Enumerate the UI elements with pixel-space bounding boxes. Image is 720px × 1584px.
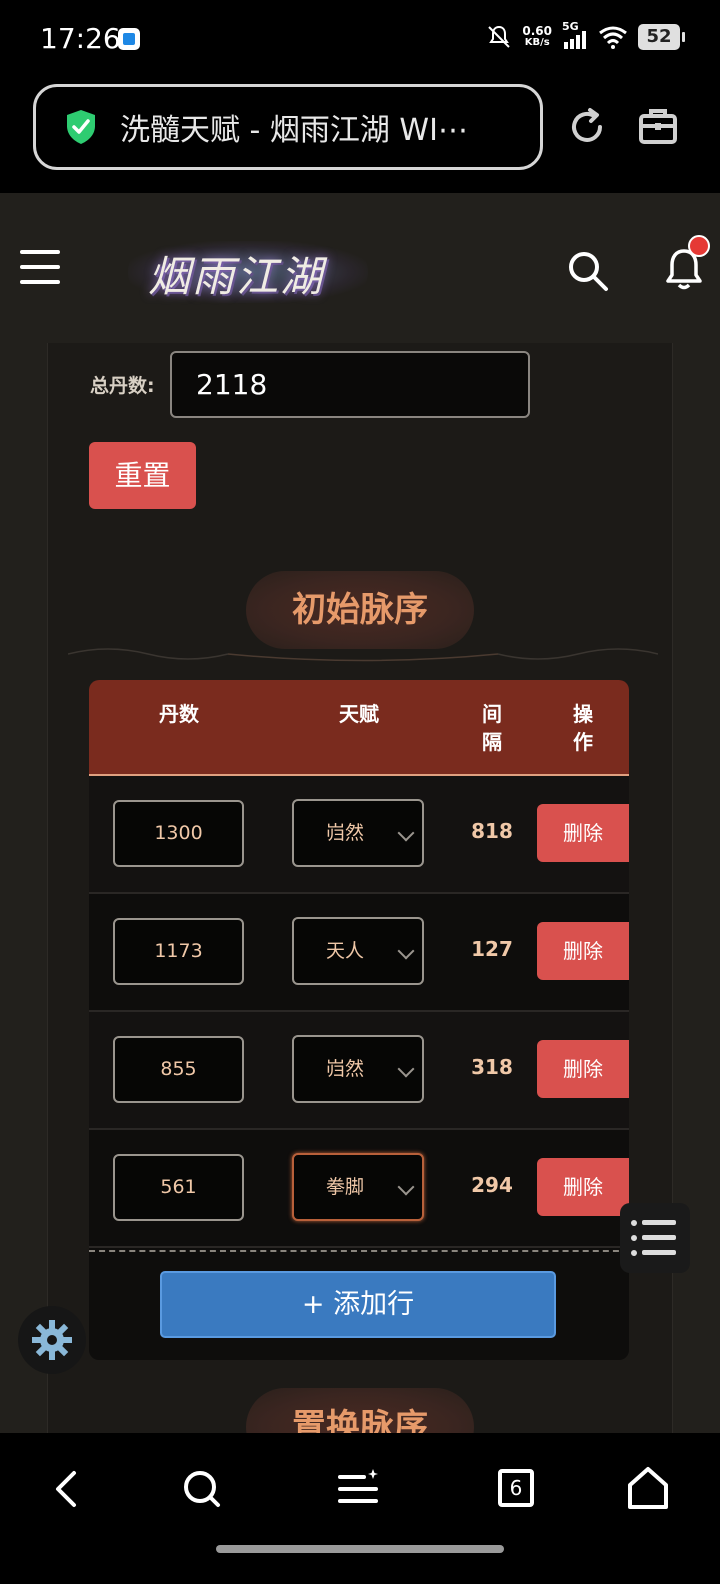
mute-bell-icon <box>488 25 511 48</box>
browser-bottom-nav: 6 <box>0 1433 720 1584</box>
chevron-down-icon <box>397 1060 415 1078</box>
site-header: 烟雨江湖 <box>0 193 720 343</box>
signal-icon: 5G <box>562 20 588 50</box>
header-talent: 天赋 <box>339 702 379 726</box>
list-icon <box>631 1220 676 1256</box>
site-logo[interactable]: 烟雨江湖 <box>128 233 368 308</box>
gap-value: 818 <box>471 819 513 843</box>
net-speed-unit: KB/s <box>524 37 550 48</box>
table-header: 丹数 天赋 间 隔 操 作 <box>89 680 629 776</box>
dan-input[interactable]: 561 <box>113 1154 244 1221</box>
gesture-home-indicator[interactable] <box>216 1545 504 1553</box>
header-dan: 丹数 <box>159 702 199 726</box>
pulse-table: 丹数 天赋 间 隔 操 作 1300 岿然 818 删除 1173 天人 127… <box>89 680 629 1360</box>
talent-value: 岿然 <box>326 1058 365 1080</box>
back-icon[interactable] <box>42 1463 94 1515</box>
talent-value: 天人 <box>326 940 365 962</box>
talent-value: 岿然 <box>326 822 365 844</box>
tabs-icon: 6 <box>498 1469 534 1507</box>
table-row: 855 岿然 318 删除 <box>89 1012 629 1130</box>
wifi-icon <box>599 26 627 49</box>
talent-value: 拳脚 <box>326 1176 365 1198</box>
section-title-swap: 置换脉序 <box>246 1388 474 1433</box>
hamburger-menu-icon[interactable] <box>20 250 60 286</box>
status-time: 17:26 <box>40 22 121 55</box>
toolbox-icon[interactable] <box>638 106 678 146</box>
web-page: 烟雨江湖 总丹数: 2118 重置 初始脉序 丹数 天赋 间 隔 操 作 130… <box>0 193 720 1433</box>
notification-badge <box>688 235 710 257</box>
search-icon[interactable] <box>566 249 610 293</box>
decorative-wave <box>68 648 658 662</box>
chevron-down-icon <box>397 942 415 960</box>
table-row: 561 拳脚 294 删除 <box>89 1130 629 1248</box>
net-speed: 0.60 KB/s <box>522 25 552 49</box>
home-icon[interactable] <box>622 1463 674 1515</box>
divider <box>89 1250 629 1252</box>
total-dan-input[interactable]: 2118 <box>170 351 530 418</box>
tabs-count: 6 <box>509 1476 523 1500</box>
header-action: 操 作 <box>573 702 593 754</box>
delete-button[interactable]: 删除 <box>537 922 629 980</box>
browser-toolbar: 洗髓天赋 - 烟雨江湖 WI⋯ <box>0 80 720 193</box>
gap-value: 294 <box>471 1173 513 1197</box>
delete-button[interactable]: 删除 <box>537 1040 629 1098</box>
battery-icon: 52 <box>638 24 685 50</box>
search-icon[interactable] <box>176 1463 228 1515</box>
status-bar: 17:26 0.60 KB/s 5G 52 <box>0 0 720 80</box>
dan-input[interactable]: 1173 <box>113 918 244 985</box>
main-content: 总丹数: 2118 重置 初始脉序 丹数 天赋 间 隔 操 作 1300 岿然 <box>47 343 673 1433</box>
header-gap: 间 隔 <box>482 702 502 754</box>
talent-select[interactable]: 拳脚 <box>292 1153 424 1221</box>
chevron-down-icon <box>397 1178 415 1196</box>
table-row: 1300 岿然 818 删除 <box>89 776 629 894</box>
app-notification-icon <box>118 28 140 50</box>
settings-gear-button[interactable] <box>18 1306 86 1374</box>
delete-button[interactable]: 删除 <box>537 1158 629 1216</box>
add-row-button[interactable]: + 添加行 <box>160 1271 556 1338</box>
page-title-url: 洗髓天赋 - 烟雨江湖 WI⋯ <box>120 113 468 148</box>
talent-select[interactable]: 天人 <box>292 917 424 985</box>
dan-input[interactable]: 855 <box>113 1036 244 1103</box>
reload-icon[interactable] <box>566 106 608 148</box>
logo-text: 烟雨江湖 <box>148 252 325 301</box>
gap-value: 318 <box>471 1055 513 1079</box>
net-speed-value: 0.60 <box>522 24 552 38</box>
table-row: 1173 天人 127 删除 <box>89 894 629 1012</box>
shield-check-icon <box>67 110 95 144</box>
gap-value: 127 <box>471 937 513 961</box>
tabs-button[interactable]: 6 <box>490 1463 542 1515</box>
toc-list-button[interactable] <box>620 1203 690 1273</box>
dan-input[interactable]: 1300 <box>113 800 244 867</box>
gear-icon <box>32 1320 72 1360</box>
status-icons: 0.60 KB/s 5G 52 <box>486 20 685 50</box>
address-bar[interactable]: 洗髓天赋 - 烟雨江湖 WI⋯ <box>33 84 543 170</box>
menu-sparkle-icon[interactable] <box>332 1463 384 1515</box>
talent-select[interactable]: 岿然 <box>292 799 424 867</box>
talent-select[interactable]: 岿然 <box>292 1035 424 1103</box>
reset-button[interactable]: 重置 <box>89 442 196 509</box>
delete-button[interactable]: 删除 <box>537 804 629 862</box>
total-dan-label: 总丹数: <box>90 375 155 397</box>
chevron-down-icon <box>397 824 415 842</box>
section-title-initial: 初始脉序 <box>246 571 474 649</box>
